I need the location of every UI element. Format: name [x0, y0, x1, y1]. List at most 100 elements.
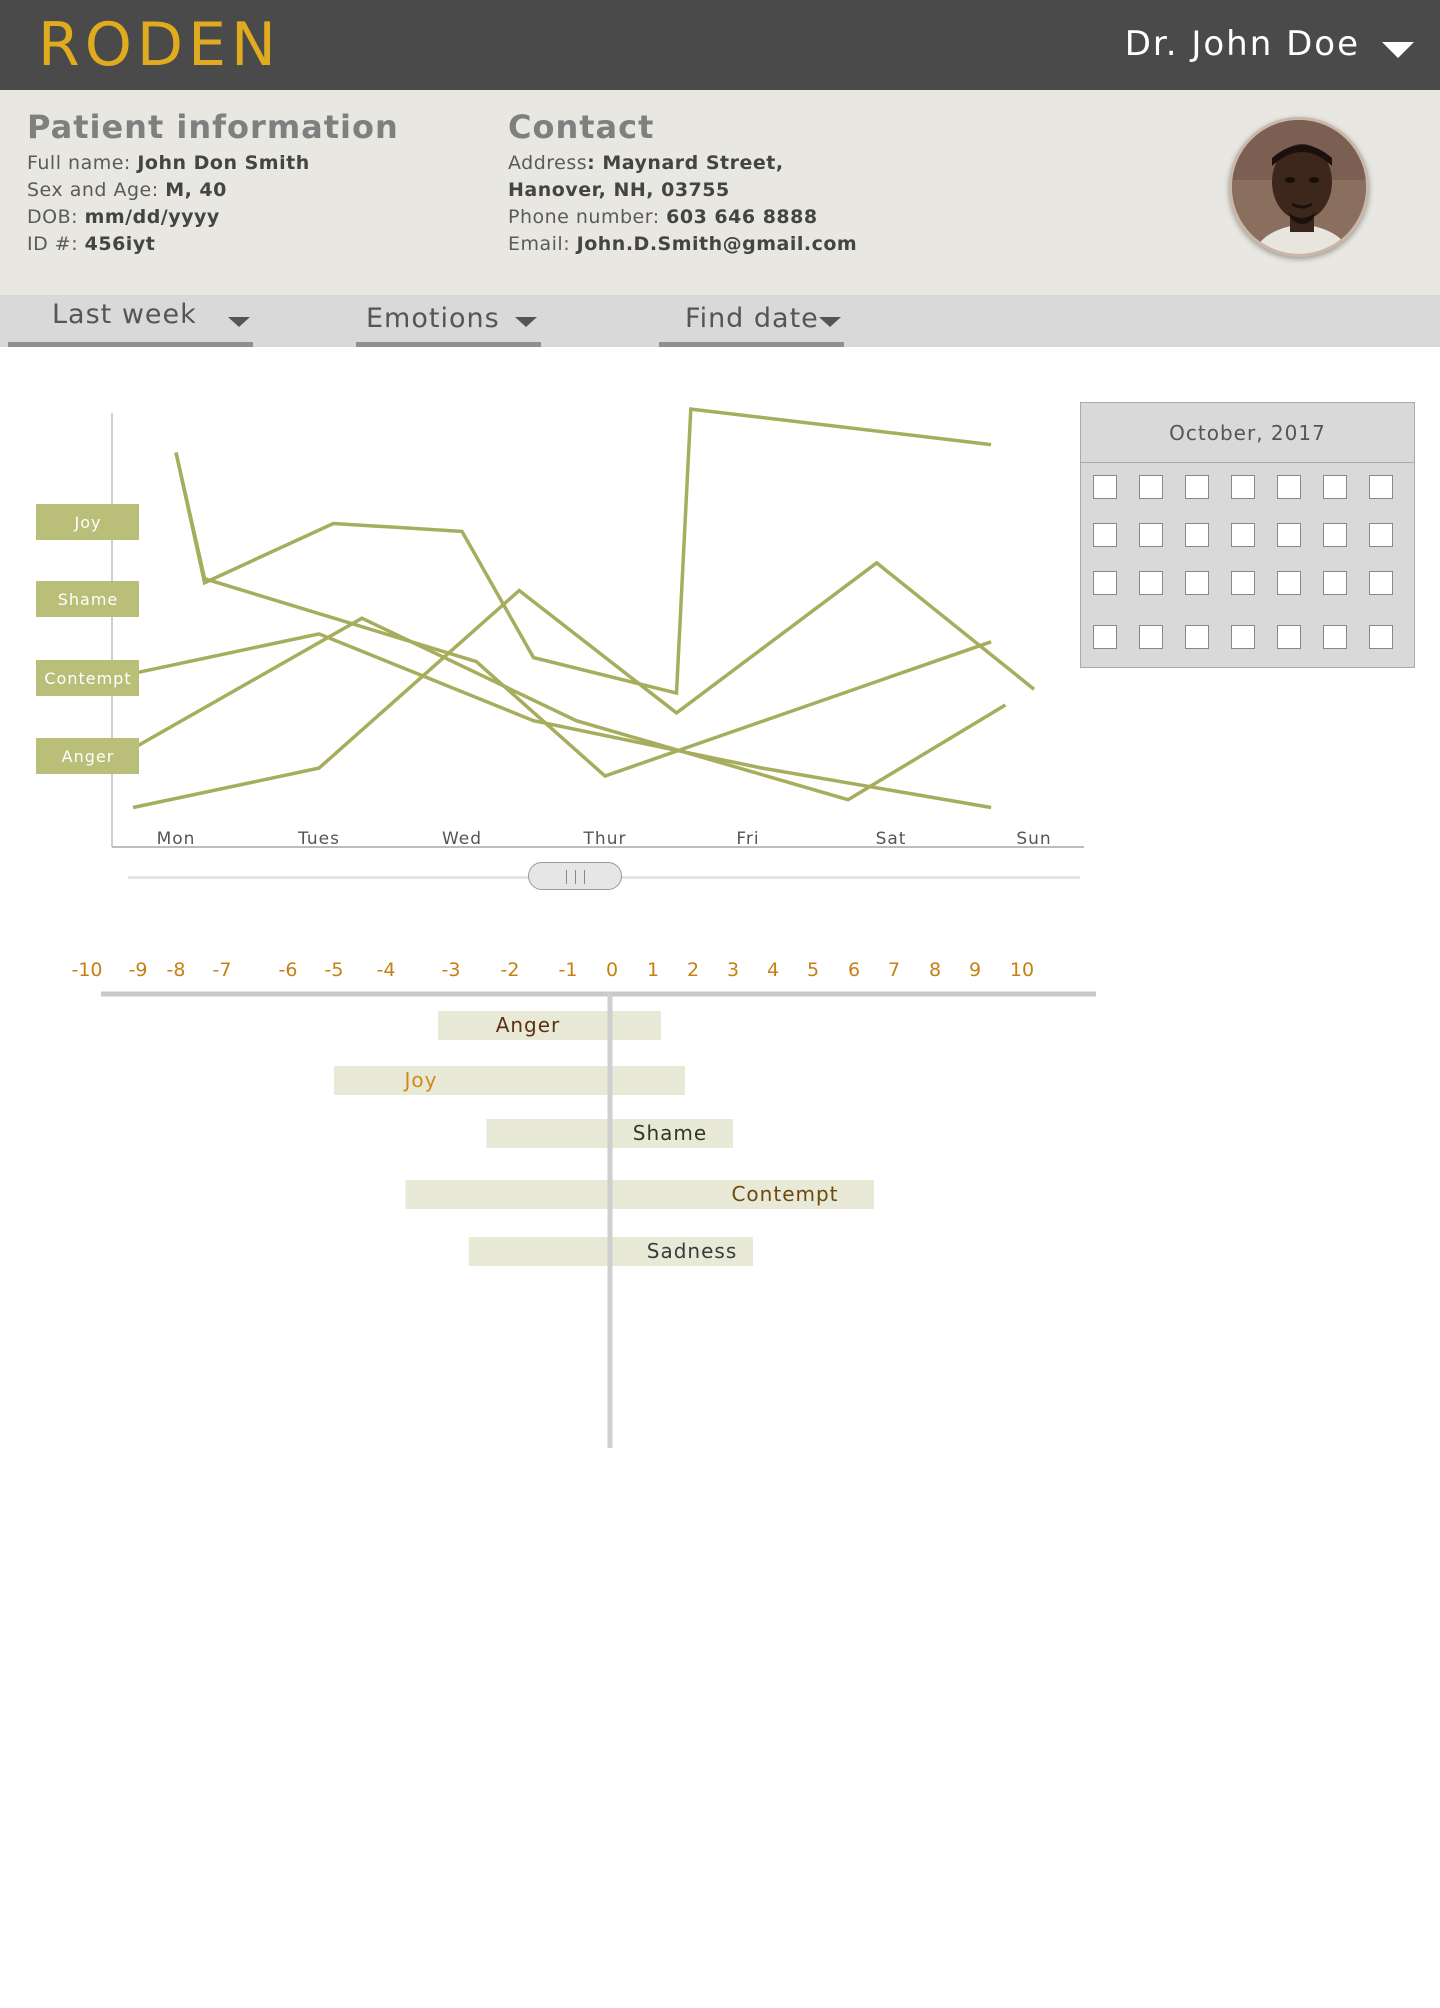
calendar-widget: October, 2017 [1080, 402, 1415, 668]
scale-tick-label: -5 [325, 959, 344, 981]
calendar-day-cell[interactable] [1139, 625, 1163, 649]
calendar-day-cell[interactable] [1093, 523, 1117, 547]
email-label: Email: [508, 233, 577, 255]
id-value: 456iyt [84, 233, 156, 255]
bar-label: Anger [496, 1013, 561, 1037]
scale-tick-label: -9 [129, 959, 148, 981]
patient-photo [1232, 120, 1366, 254]
full-name-line: Full name: John Don Smith [27, 152, 310, 174]
phone-value: 603 646 8888 [666, 206, 818, 228]
bar-label: Contempt [731, 1182, 838, 1206]
grip-line [575, 870, 576, 884]
caret-down-icon[interactable] [1382, 42, 1414, 58]
calendar-day-cell[interactable] [1139, 571, 1163, 595]
scale-tick-label: -2 [501, 959, 520, 981]
calendar-day-cell[interactable] [1369, 571, 1393, 595]
address-value-2: Hanover, NH, 03755 [508, 179, 730, 201]
scale-tick-label: 3 [727, 959, 739, 981]
scale-tick-label: 1 [647, 959, 659, 981]
dob-value: mm/dd/yyyy [84, 206, 220, 228]
calendar-day-cell[interactable] [1277, 571, 1301, 595]
calendar-day-cell[interactable] [1277, 625, 1301, 649]
calendar-day-cell[interactable] [1093, 571, 1117, 595]
scale-tick-label: -10 [71, 959, 102, 981]
calendar-day-cell[interactable] [1323, 523, 1347, 547]
bar-label: Joy [403, 1068, 438, 1092]
calendar-day-cell[interactable] [1277, 475, 1301, 499]
calendar-day-cell[interactable] [1369, 523, 1393, 547]
sex-age-line: Sex and Age: M, 40 [27, 179, 227, 201]
tick-label-group: -10 -9 -8 -7 -6 -5 -4 -3 -2 -1 0 1 2 3 4 5 6 7 8 9 10 [71, 959, 1034, 981]
calendar-day-cell[interactable] [1231, 475, 1255, 499]
category-dropdown[interactable]: Emotions [356, 295, 541, 347]
sex-age-value: M, 40 [165, 179, 227, 201]
calendar-day-cell[interactable] [1093, 475, 1117, 499]
x-tick-label: Fri [736, 829, 759, 849]
calendar-day-cell[interactable] [1323, 475, 1347, 499]
range-slider-handle[interactable] [528, 862, 622, 890]
bar-label: Shame [633, 1121, 707, 1145]
scale-tick-label: 7 [888, 959, 900, 981]
user-name[interactable]: Dr. John Doe [1125, 24, 1360, 64]
avatar[interactable] [1229, 117, 1369, 257]
filter-bar: Last week Emotions Find date [0, 295, 1440, 347]
period-dropdown[interactable]: Last week [8, 295, 253, 347]
phone-line: Phone number: 603 646 8888 [508, 206, 818, 228]
caret-down-icon [819, 317, 841, 327]
grip-line [584, 870, 585, 884]
calendar-day-cell[interactable] [1185, 571, 1209, 595]
dob-line: DOB: mm/dd/yyyy [27, 206, 220, 228]
find-date-label: Find date [685, 303, 819, 334]
y-label-group: Joy Shame Contempt Anger [36, 504, 139, 774]
calendar-day-cell[interactable] [1369, 625, 1393, 649]
calendar-day-cell[interactable] [1231, 523, 1255, 547]
caret-down-icon [515, 317, 537, 327]
brand-logo[interactable]: RODEN [38, 10, 281, 80]
y-label-text: Joy [74, 513, 102, 532]
scale-tick-label: -3 [442, 959, 461, 981]
range-bar [334, 1066, 685, 1095]
find-date-dropdown[interactable]: Find date [659, 295, 844, 347]
address-value-1: : Maynard Street, [587, 152, 784, 174]
calendar-day-cell[interactable] [1185, 475, 1209, 499]
scale-tick-label: -7 [213, 959, 232, 981]
sex-age-label: Sex and Age: [27, 179, 166, 201]
calendar-day-cell[interactable] [1139, 523, 1163, 547]
scale-tick-label: -8 [167, 959, 186, 981]
x-tick-label: Sat [876, 829, 907, 849]
scale-tick-label: -1 [559, 959, 578, 981]
email-value[interactable]: John.D.Smith@gmail.com [577, 233, 858, 255]
calendar-day-cell[interactable] [1185, 523, 1209, 547]
phone-label: Phone number: [508, 206, 667, 228]
series-line [174, 407, 992, 696]
calendar-month[interactable]: October, 2017 [1081, 403, 1414, 463]
scale-tick-label: 6 [848, 959, 860, 981]
y-label-text: Contempt [44, 669, 131, 688]
scale-tick-label: 10 [1010, 959, 1034, 981]
series-group [132, 407, 1036, 810]
scale-tick-label: 5 [807, 959, 819, 981]
scale-tick-label: 4 [767, 959, 779, 981]
calendar-day-cell[interactable] [1093, 625, 1117, 649]
calendar-day-cell[interactable] [1231, 571, 1255, 595]
address-line-2: Hanover, NH, 03755 [508, 179, 730, 201]
address-label: Address [508, 152, 588, 174]
address-line: Address: Maynard Street, [508, 152, 784, 174]
x-tick-label: Sun [1016, 829, 1051, 849]
y-label-text: Shame [58, 590, 119, 609]
calendar-day-cell[interactable] [1231, 625, 1255, 649]
id-line: ID #: 456iyt [27, 233, 155, 255]
y-label-text: Anger [62, 747, 115, 766]
patient-info-panel: Patient information Full name: John Don … [0, 90, 1440, 295]
calendar-day-cell[interactable] [1139, 475, 1163, 499]
calendar-day-cell[interactable] [1185, 625, 1209, 649]
caret-down-icon [228, 317, 250, 327]
emotion-range-chart: -10 -9 -8 -7 -6 -5 -4 -3 -2 -1 0 1 2 3 4 5 6 7 8 9 10 AngerJ… [71, 959, 1096, 1448]
calendar-day-cell[interactable] [1323, 625, 1347, 649]
calendar-day-cell[interactable] [1323, 571, 1347, 595]
scale-tick-label: 8 [929, 959, 941, 981]
calendar-day-cell[interactable] [1369, 475, 1393, 499]
calendar-day-cell[interactable] [1277, 523, 1301, 547]
scale-tick-label: 2 [687, 959, 699, 981]
patient-info-title: Patient information [27, 108, 399, 146]
